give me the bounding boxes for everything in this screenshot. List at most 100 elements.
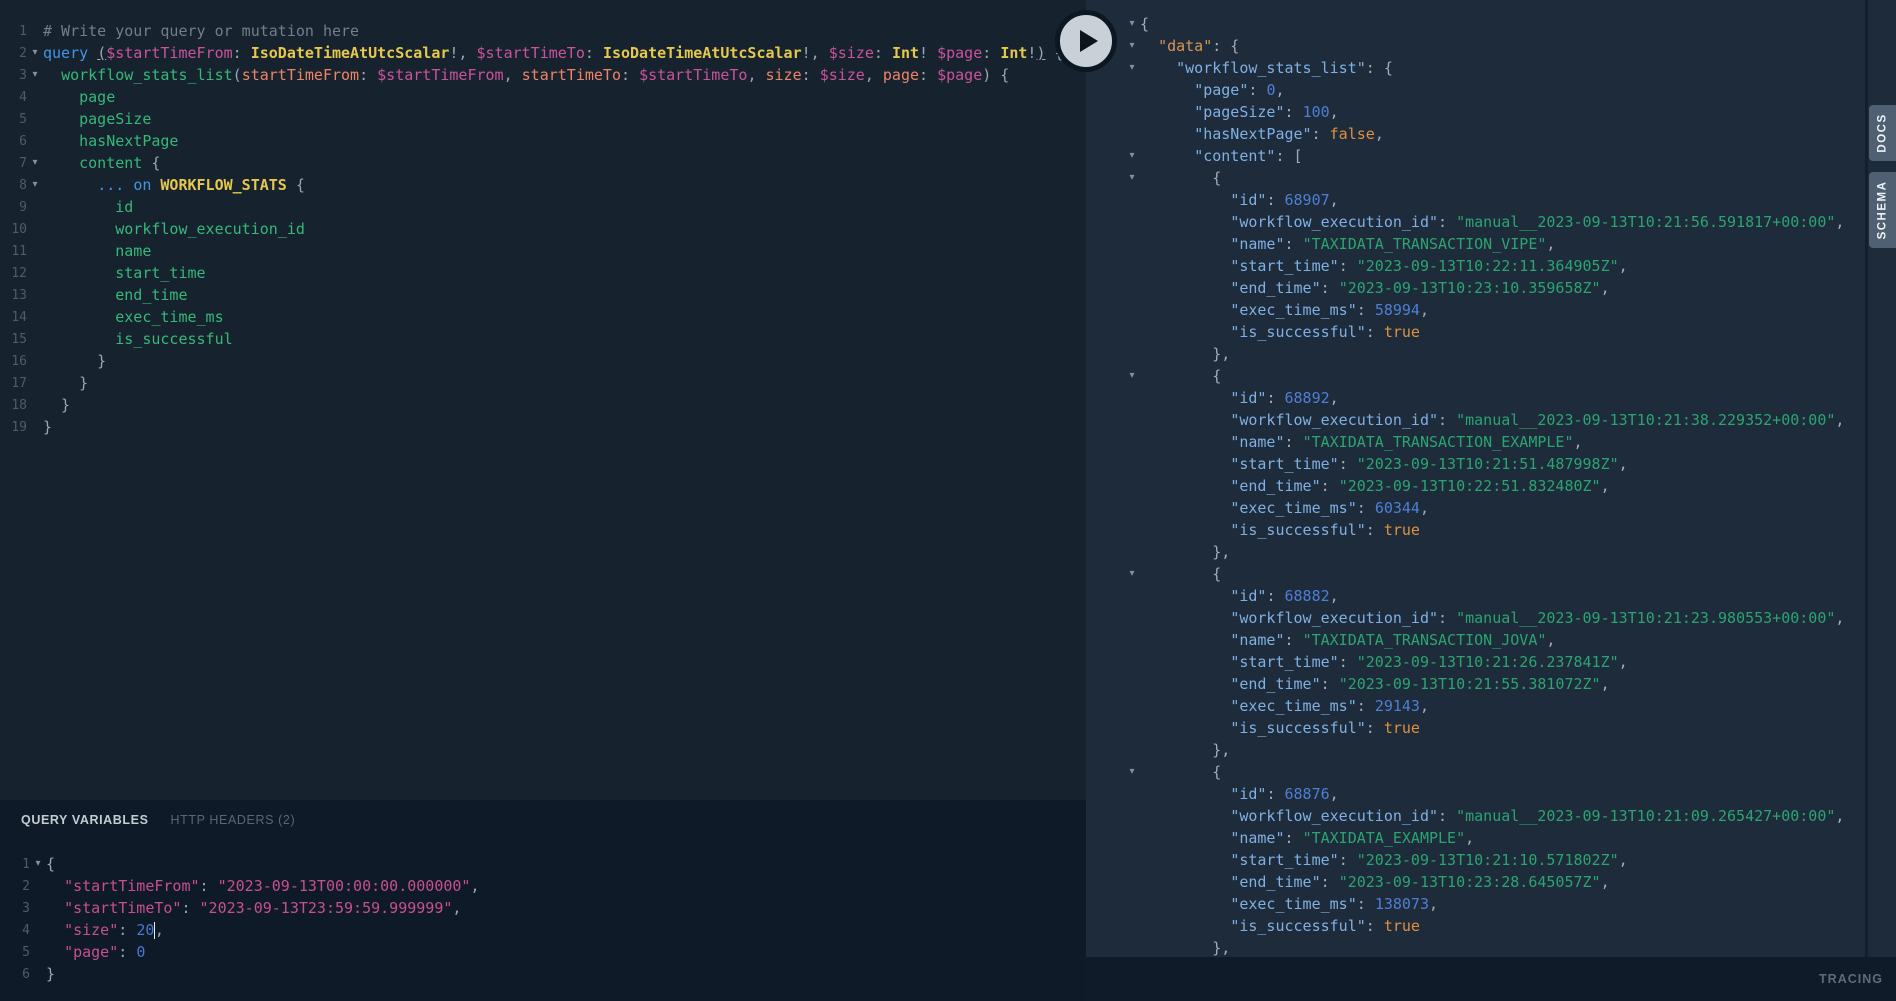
- code-line: "workflow_execution_id": "manual__2023-0…: [1140, 607, 1844, 629]
- fold-arrow-icon[interactable]: ▾: [1124, 365, 1140, 387]
- code-line: "data": {: [1140, 35, 1239, 57]
- code-line[interactable]: "startTimeFrom": "2023-09-13T00:00:00.00…: [46, 875, 480, 897]
- fold-arrow-icon[interactable]: ▾: [1124, 167, 1140, 189]
- code-line[interactable]: "page": 0: [46, 941, 145, 963]
- line-number: 7: [0, 156, 27, 171]
- code-row: },: [1086, 937, 1896, 957]
- line-number: 15: [0, 332, 27, 347]
- code-line: "end_time": "2023-09-13T10:21:55.381072Z…: [1140, 673, 1610, 695]
- code-line: "workflow_stats_list": {: [1140, 57, 1393, 79]
- code-row: "start_time": "2023-09-13T10:21:26.23784…: [1086, 651, 1896, 673]
- code-line[interactable]: {: [46, 853, 55, 875]
- line-number: 3: [0, 901, 30, 916]
- code-line[interactable]: ... on WORKFLOW_STATS {: [43, 174, 305, 196]
- fold-arrow-icon[interactable]: ▾: [1124, 145, 1140, 167]
- line-number: 8: [0, 178, 27, 193]
- tab-http-headers[interactable]: HTTP HEADERS (2): [171, 813, 296, 827]
- result-pane: ▾{▾ "data": {▾ "workflow_stats_list": { …: [1086, 0, 1896, 1001]
- code-line: "exec_time_ms": 58994,: [1140, 299, 1429, 321]
- code-row: 2▾query ($startTimeFrom: IsoDateTimeAtUt…: [0, 42, 1086, 64]
- code-row: ▾ "workflow_stats_list": {: [1086, 57, 1896, 79]
- tracing-toggle[interactable]: TRACING: [1819, 972, 1883, 986]
- line-number: 12: [0, 266, 27, 281]
- line-number: 16: [0, 354, 27, 369]
- code-line[interactable]: pageSize: [43, 108, 151, 130]
- code-row: 9 id: [0, 196, 1086, 218]
- code-line: {: [1140, 761, 1221, 783]
- code-line[interactable]: query ($startTimeFrom: IsoDateTimeAtUtcS…: [43, 42, 1064, 64]
- code-line[interactable]: workflow_stats_list(startTimeFrom: $star…: [43, 64, 1009, 86]
- code-row: 5 "page": 0: [0, 941, 1086, 963]
- result-scrollbar-track[interactable]: [1865, 0, 1868, 957]
- code-line[interactable]: }: [43, 416, 52, 438]
- code-line[interactable]: "size": 20,: [46, 919, 164, 941]
- code-row: 13 end_time: [0, 284, 1086, 306]
- code-line: "start_time": "2023-09-13T10:22:11.36490…: [1140, 255, 1628, 277]
- code-row: ▾ {: [1086, 167, 1896, 189]
- code-line[interactable]: }: [43, 350, 106, 372]
- fold-arrow-icon[interactable]: ▾: [30, 853, 46, 875]
- code-row: },: [1086, 739, 1896, 761]
- code-row: 6}: [0, 963, 1086, 985]
- code-line: "name": "TAXIDATA_TRANSACTION_EXAMPLE",: [1140, 431, 1583, 453]
- code-row: ▾{: [1086, 13, 1896, 35]
- code-line[interactable]: hasNextPage: [43, 130, 178, 152]
- code-line: "name": "TAXIDATA_TRANSACTION_JOVA",: [1140, 629, 1555, 651]
- code-line[interactable]: }: [43, 372, 88, 394]
- code-line: "name": "TAXIDATA_EXAMPLE",: [1140, 827, 1474, 849]
- fold-arrow-icon[interactable]: ▾: [27, 64, 43, 86]
- code-row: 4 page: [0, 86, 1086, 108]
- fold-arrow-icon[interactable]: ▾: [1124, 57, 1140, 79]
- fold-arrow-icon[interactable]: ▾: [1124, 761, 1140, 783]
- execute-button[interactable]: [1055, 10, 1117, 72]
- code-line[interactable]: id: [43, 196, 133, 218]
- code-line: "is_successful": true: [1140, 519, 1420, 541]
- fold-arrow-icon[interactable]: ▾: [1124, 13, 1140, 35]
- line-number: 17: [0, 376, 27, 391]
- code-line: "id": 68876,: [1140, 783, 1339, 805]
- fold-arrow-icon[interactable]: ▾: [1124, 35, 1140, 57]
- code-row: "is_successful": true: [1086, 519, 1896, 541]
- code-line[interactable]: end_time: [43, 284, 188, 306]
- code-row: 11 name: [0, 240, 1086, 262]
- code-line[interactable]: # Write your query or mutation here: [43, 20, 359, 42]
- tab-query-variables[interactable]: QUERY VARIABLES: [21, 813, 149, 827]
- code-row: ▾ "content": [: [1086, 145, 1896, 167]
- code-row: "pageSize": 100,: [1086, 101, 1896, 123]
- code-line: "exec_time_ms": 138073,: [1140, 893, 1438, 915]
- code-row: "is_successful": true: [1086, 717, 1896, 739]
- code-line: "workflow_execution_id": "manual__2023-0…: [1140, 211, 1844, 233]
- code-line[interactable]: }: [46, 963, 55, 985]
- code-row: 16 }: [0, 350, 1086, 372]
- code-line: "id": 68892,: [1140, 387, 1339, 409]
- code-row: 10 workflow_execution_id: [0, 218, 1086, 240]
- code-line: "start_time": "2023-09-13T10:21:26.23784…: [1140, 651, 1628, 673]
- code-line: },: [1140, 343, 1230, 365]
- code-line[interactable]: }: [43, 394, 70, 416]
- fold-arrow-icon[interactable]: ▾: [1124, 563, 1140, 585]
- code-line[interactable]: "startTimeTo": "2023-09-13T23:59:59.9999…: [46, 897, 461, 919]
- code-line: "id": 68882,: [1140, 585, 1339, 607]
- tab-docs[interactable]: DOCS: [1869, 105, 1896, 161]
- fold-arrow-icon[interactable]: ▾: [27, 42, 43, 64]
- fold-arrow-icon[interactable]: ▾: [27, 174, 43, 196]
- variables-editor[interactable]: 1▾{2 "startTimeFrom": "2023-09-13T00:00:…: [0, 840, 1086, 985]
- tab-schema[interactable]: SCHEMA: [1869, 172, 1896, 248]
- code-line[interactable]: start_time: [43, 262, 206, 284]
- code-line[interactable]: exec_time_ms: [43, 306, 224, 328]
- line-number: 5: [0, 945, 30, 960]
- code-row: 3 "startTimeTo": "2023-09-13T23:59:59.99…: [0, 897, 1086, 919]
- code-line: "end_time": "2023-09-13T10:22:51.832480Z…: [1140, 475, 1610, 497]
- code-row: ▾ {: [1086, 761, 1896, 783]
- query-editor[interactable]: 1# Write your query or mutation here2▾qu…: [0, 0, 1086, 800]
- code-line[interactable]: is_successful: [43, 328, 233, 350]
- code-line[interactable]: content {: [43, 152, 160, 174]
- line-number: 4: [0, 923, 30, 938]
- code-row: "workflow_execution_id": "manual__2023-0…: [1086, 211, 1896, 233]
- code-row: "workflow_execution_id": "manual__2023-0…: [1086, 805, 1896, 827]
- code-line[interactable]: name: [43, 240, 151, 262]
- code-line[interactable]: page: [43, 86, 115, 108]
- result-viewer[interactable]: ▾{▾ "data": {▾ "workflow_stats_list": { …: [1086, 0, 1896, 957]
- fold-arrow-icon[interactable]: ▾: [27, 152, 43, 174]
- code-line[interactable]: workflow_execution_id: [43, 218, 305, 240]
